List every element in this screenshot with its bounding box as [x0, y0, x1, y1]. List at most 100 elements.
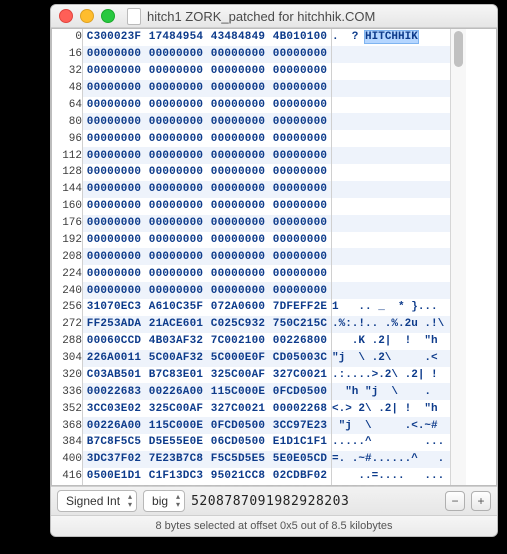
ascii-cell[interactable] [332, 181, 451, 198]
scrollbar-thumb[interactable] [454, 31, 463, 67]
ascii-cell[interactable]: .:....>.2\ .2| ! [332, 367, 451, 384]
ascii-cell[interactable] [332, 80, 451, 97]
hex-cell[interactable]: 00000000 [269, 248, 332, 265]
hex-cell[interactable]: 00000000 [83, 147, 146, 164]
table-row[interactable]: 4003DC37F027E23B7C8F5C5D5E55E0E05CD=. .~… [52, 451, 450, 468]
ascii-cell[interactable] [332, 215, 451, 232]
table-row[interactable]: 24000000000000000000000000000000000 [52, 282, 450, 299]
hex-cell[interactable]: 327C0021 [207, 400, 269, 417]
hex-cell[interactable]: 00000000 [207, 265, 269, 282]
table-row[interactable]: 25631070EC3A610C35F072A06007DFEFF2E1 .. … [52, 299, 450, 316]
minimize-button[interactable] [80, 9, 94, 23]
hex-cell[interactable]: 00060CCD [83, 333, 146, 350]
table-row[interactable]: 22400000000000000000000000000000000 [52, 265, 450, 282]
hex-cell[interactable]: 00000000 [269, 97, 332, 114]
hex-cell[interactable]: 00000000 [145, 63, 207, 80]
hex-cell[interactable]: 00022683 [83, 383, 146, 400]
hex-cell[interactable]: 00000000 [145, 181, 207, 198]
hex-cell[interactable]: 115C000E [145, 417, 207, 434]
hex-cell[interactable]: 00000000 [207, 63, 269, 80]
hex-cell[interactable]: 00000000 [269, 265, 332, 282]
hex-cell[interactable]: 00000000 [83, 181, 146, 198]
hex-cell[interactable]: 00000000 [207, 130, 269, 147]
hex-cell[interactable]: 00000000 [145, 80, 207, 97]
ascii-cell[interactable] [332, 164, 451, 181]
hex-cell[interactable]: 00000000 [145, 164, 207, 181]
hex-cell[interactable]: 00000000 [269, 80, 332, 97]
ascii-cell[interactable] [332, 232, 451, 249]
hex-cell[interactable]: 00000000 [83, 130, 146, 147]
hex-cell[interactable]: 00000000 [83, 282, 146, 299]
table-row[interactable]: 3360002268300226A00115C000E0FCD0500 "h "… [52, 383, 450, 400]
plus-button[interactable]: + [471, 491, 491, 511]
hex-table[interactable]: 0C300023F17484954434848494B010100. ? HIT… [52, 29, 450, 485]
hex-cell[interactable]: E1D1C1F1 [269, 434, 332, 451]
ascii-cell[interactable] [332, 130, 451, 147]
hex-cell[interactable]: 0500E1D1 [83, 468, 146, 485]
hex-cell[interactable]: 00000000 [207, 164, 269, 181]
hex-cell[interactable]: 00000000 [83, 215, 146, 232]
hex-cell[interactable]: C1F13DC3 [145, 468, 207, 485]
hex-cell[interactable]: 00002268 [269, 400, 332, 417]
titlebar[interactable]: hitch1 ZORK_patched for hitchhik.COM [51, 5, 497, 28]
hex-cell[interactable]: CD05003C [269, 350, 332, 367]
hex-cell[interactable]: 02CDBF02 [269, 468, 332, 485]
hex-cell[interactable]: 0FCD0500 [207, 417, 269, 434]
ascii-cell[interactable]: ..=.... ... [332, 468, 451, 485]
ascii-cell[interactable] [332, 282, 451, 299]
hex-cell[interactable]: 00000000 [83, 46, 146, 63]
table-row[interactable]: 16000000000000000000000000000000000 [52, 198, 450, 215]
hex-cell[interactable]: 7E23B7C8 [145, 451, 207, 468]
vertical-scrollbar[interactable] [450, 29, 466, 485]
hex-cell[interactable]: 21ACE601 [145, 316, 207, 333]
ascii-cell[interactable]: .K .2| ! "h [332, 333, 451, 350]
table-row[interactable]: 11200000000000000000000000000000000 [52, 147, 450, 164]
hex-cell[interactable]: 5E0E05CD [269, 451, 332, 468]
table-row[interactable]: 14400000000000000000000000000000000 [52, 181, 450, 198]
hex-cell[interactable]: C300023F [83, 29, 146, 46]
ascii-cell[interactable] [332, 248, 451, 265]
table-row[interactable]: 20800000000000000000000000000000000 [52, 248, 450, 265]
hex-cell[interactable]: 00000000 [145, 198, 207, 215]
ascii-cell[interactable]: "j \ .<.~# [332, 417, 451, 434]
hex-cell[interactable]: 00000000 [269, 46, 332, 63]
hex-cell[interactable]: 327C0021 [269, 367, 332, 384]
hex-cell[interactable]: 3CC03E02 [83, 400, 146, 417]
hex-cell[interactable]: 00000000 [207, 215, 269, 232]
ascii-cell[interactable]: =. .~#......^ . [332, 451, 451, 468]
ascii-cell[interactable] [332, 46, 451, 63]
table-row[interactable]: 19200000000000000000000000000000000 [52, 232, 450, 249]
ascii-cell[interactable]: "h "j \ . [332, 383, 451, 400]
ascii-cell[interactable] [332, 97, 451, 114]
hex-cell[interactable]: 00000000 [83, 63, 146, 80]
hex-cell[interactable]: 00226A00 [145, 383, 207, 400]
hex-cell[interactable]: 00000000 [207, 147, 269, 164]
close-button[interactable] [59, 9, 73, 23]
hex-cell[interactable]: 06CD0500 [207, 434, 269, 451]
hex-cell[interactable]: 00000000 [83, 265, 146, 282]
hex-cell[interactable]: 00000000 [207, 181, 269, 198]
ascii-cell[interactable] [332, 147, 451, 164]
hex-cell[interactable]: 00000000 [83, 164, 146, 181]
hex-cell[interactable]: 00226800 [269, 333, 332, 350]
hex-cell[interactable]: 00000000 [145, 97, 207, 114]
hex-cell[interactable]: 00000000 [207, 80, 269, 97]
table-row[interactable]: 6400000000000000000000000000000000 [52, 97, 450, 114]
table-row[interactable]: 384B7C8F5C5D5E55E0E06CD0500E1D1C1F1.....… [52, 434, 450, 451]
hex-cell[interactable]: 00000000 [269, 63, 332, 80]
minus-button[interactable]: − [445, 491, 465, 511]
hex-cell[interactable]: 00000000 [207, 46, 269, 63]
table-row[interactable]: 3200000000000000000000000000000000 [52, 63, 450, 80]
ascii-cell[interactable] [332, 113, 451, 130]
hex-cell[interactable]: 00000000 [207, 113, 269, 130]
hex-cell[interactable]: 00000000 [83, 113, 146, 130]
hex-cell[interactable]: 4B03AF32 [145, 333, 207, 350]
table-row[interactable]: 1600000000000000000000000000000000 [52, 46, 450, 63]
table-row[interactable]: 304226A00115C00AF325C000E0FCD05003C"j \ … [52, 350, 450, 367]
hex-cell[interactable]: 00000000 [269, 215, 332, 232]
hex-cell[interactable]: 00000000 [145, 215, 207, 232]
hex-cell[interactable]: 00000000 [83, 248, 146, 265]
table-row[interactable]: 9600000000000000000000000000000000 [52, 130, 450, 147]
hex-cell[interactable]: 00000000 [83, 97, 146, 114]
hex-cell[interactable]: 5C000E0F [207, 350, 269, 367]
